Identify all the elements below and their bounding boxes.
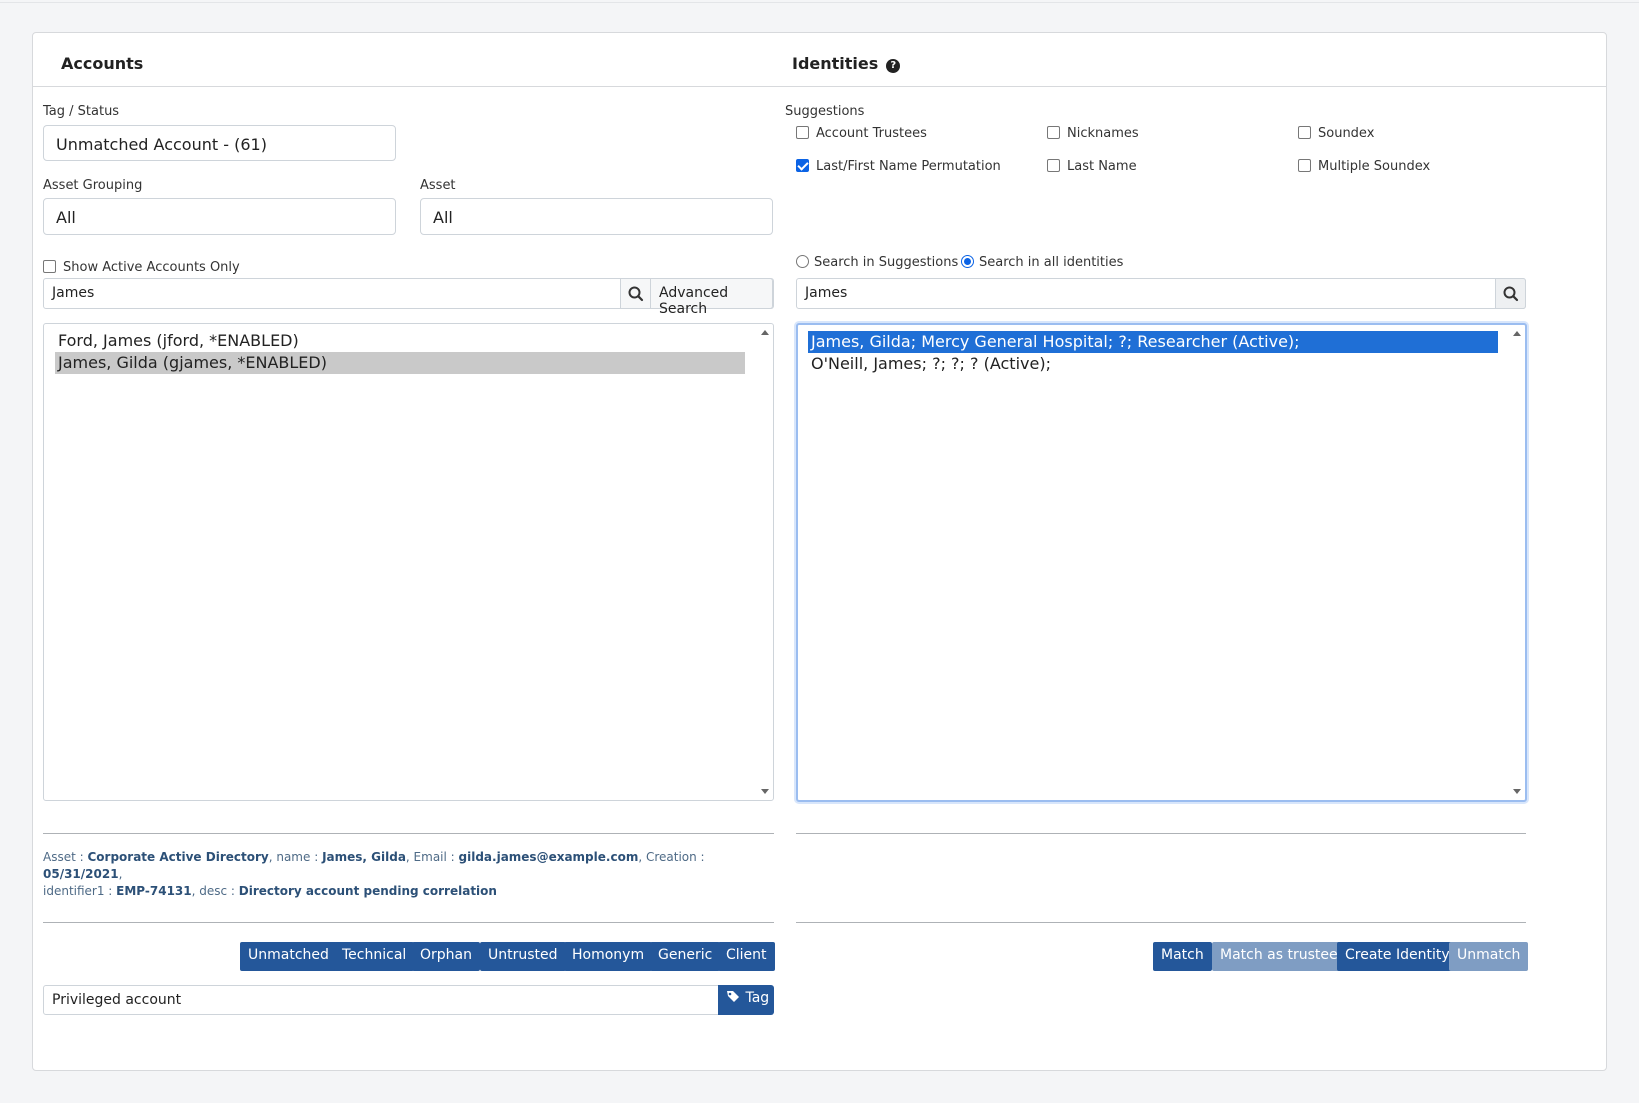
search-in-suggestions-option[interactable]: Search in Suggestions (796, 255, 958, 270)
search-icon (1503, 286, 1519, 302)
detail-separator: , (118, 867, 123, 881)
suggestion-soundex[interactable]: Soundex (1298, 126, 1374, 141)
suggestion-checkbox[interactable] (796, 126, 809, 139)
matching-card: Accounts Identities? Tag / Status Unmatc… (32, 32, 1607, 1071)
suggestion-label: Last Name (1067, 159, 1137, 174)
suggestion-label: Soundex (1318, 126, 1375, 141)
tag-status-label: Tag / Status (43, 104, 120, 119)
tag-technical-button[interactable]: Technical (334, 942, 415, 971)
scroll-down-arrow[interactable] (1513, 789, 1521, 794)
suggestion-checkbox[interactable] (1047, 159, 1060, 172)
detail-desc-value: Directory account pending correlation (238, 884, 497, 898)
tag-unmatched-button[interactable]: Unmatched (240, 942, 337, 971)
top-border (0, 0, 1639, 3)
suggestion-checkbox-checked[interactable] (796, 159, 809, 172)
create-identity-button[interactable]: Create Identity (1337, 942, 1458, 971)
detail-name-value: James, Gilda (322, 850, 406, 864)
scope-label: Search in Suggestions (814, 255, 959, 270)
identity-item[interactable]: O'Neill, James; ?; ?; ? (Active); (808, 353, 1498, 375)
tag-generic-button[interactable]: Generic (650, 942, 721, 971)
detail-name-key: , name : (268, 850, 323, 864)
accounts-list[interactable]: Ford, James (jford, *ENABLED) James, Gil… (43, 323, 774, 801)
tag-input-field[interactable]: Privileged account (43, 985, 719, 1015)
identity-item-selected[interactable]: James, Gilda; Mercy General Hospital; ?;… (808, 331, 1498, 353)
detail-desc-key: , desc : (191, 884, 239, 898)
tag-button-label: Tag (745, 990, 770, 1006)
suggestion-multiple-soundex[interactable]: Multiple Soundex (1298, 159, 1430, 174)
search-all-identities-option[interactable]: Search in all identities (961, 255, 1123, 270)
suggestion-checkbox[interactable] (1047, 126, 1060, 139)
identities-title-wrap: Identities? (792, 54, 901, 73)
suggestion-label: Last/First Name Permutation (816, 159, 1001, 174)
suggestion-label: Nicknames (1067, 126, 1139, 141)
tag-homonym-button[interactable]: Homonym (564, 942, 653, 971)
detail-email-value: gilda.james@example.com (458, 850, 639, 864)
suggestions-label: Suggestions (785, 104, 865, 119)
tag-client-button[interactable]: Client (718, 942, 775, 971)
suggestion-checkbox[interactable] (1298, 126, 1311, 139)
help-icon[interactable]: ? (886, 59, 901, 73)
scroll-up-arrow[interactable] (1513, 331, 1521, 336)
tag-untrusted-button[interactable]: Untrusted (480, 942, 566, 971)
detail-email-key: , Email : (405, 850, 459, 864)
scope-radio[interactable] (796, 255, 809, 268)
tag-orphan-button[interactable]: Orphan (412, 942, 480, 971)
detail-asset-value: Corporate Active Directory (87, 850, 269, 864)
show-active-label: Show Active Accounts Only (63, 260, 240, 275)
match-as-trustee-button[interactable]: Match as trustee (1212, 942, 1346, 971)
tag-submit-button[interactable]: Tag (718, 985, 774, 1015)
scope-label: Search in all identities (979, 255, 1124, 270)
accounts-title: Accounts (61, 54, 144, 73)
detail-asset-key: Asset : (43, 850, 88, 864)
identities-title: Identities (792, 54, 879, 73)
search-icon (628, 286, 644, 302)
suggestion-checkbox[interactable] (1298, 159, 1311, 172)
identity-search-button[interactable] (1495, 278, 1526, 309)
detail-creation-key: , Creation : (638, 850, 705, 864)
asset-select[interactable]: All (420, 198, 773, 235)
suggestion-name-permutation[interactable]: Last/First Name Permutation (796, 159, 1001, 174)
show-active-toggle[interactable]: Show Active Accounts Only (43, 260, 240, 275)
detail-creation-value: 05/31/2021 (43, 867, 119, 881)
divider (796, 922, 1526, 923)
tag-status-select[interactable]: Unmatched Account - (61) (43, 125, 396, 161)
scroll-down-arrow[interactable] (761, 789, 769, 794)
divider (43, 922, 774, 923)
scope-radio-selected[interactable] (961, 255, 974, 268)
tag-input-value[interactable]: Privileged account (52, 992, 181, 1008)
unmatch-button[interactable]: Unmatch (1449, 942, 1529, 971)
asset-label: Asset (420, 178, 456, 193)
card-header: Accounts Identities? (33, 33, 1606, 87)
account-search: James Advanced Search (43, 278, 774, 317)
match-button[interactable]: Match (1153, 942, 1212, 971)
asset-grouping-label: Asset Grouping (43, 178, 143, 193)
asset-grouping-select[interactable]: All (43, 198, 396, 235)
divider (796, 833, 1526, 834)
account-item-selected[interactable]: James, Gilda (gjames, *ENABLED) (55, 352, 745, 374)
tags-icon (727, 991, 739, 1002)
account-search-input[interactable]: James (52, 285, 94, 301)
suggestion-last-name[interactable]: Last Name (1047, 159, 1137, 174)
show-active-checkbox[interactable] (43, 260, 56, 273)
account-details: Asset : Corporate Active Directory, name… (43, 849, 774, 900)
suggestion-nicknames[interactable]: Nicknames (1047, 126, 1139, 141)
suggestion-label: Account Trustees (816, 126, 927, 141)
suggestion-label: Multiple Soundex (1318, 159, 1431, 174)
scroll-up-arrow[interactable] (761, 330, 769, 335)
suggestion-account-trustees[interactable]: Account Trustees (796, 126, 927, 141)
advanced-search-button[interactable]: Advanced Search (650, 278, 773, 317)
identity-search-input[interactable]: James (805, 285, 847, 301)
identities-list[interactable]: James, Gilda; Mercy General Hospital; ?;… (796, 323, 1527, 802)
divider (43, 833, 774, 834)
account-item[interactable]: Ford, James (jford, *ENABLED) (55, 330, 745, 352)
detail-identifier-key: identifier1 : (43, 884, 117, 898)
detail-identifier-value: EMP-74131 (116, 884, 192, 898)
identity-search: James (796, 278, 1526, 309)
account-search-button[interactable] (620, 278, 651, 309)
